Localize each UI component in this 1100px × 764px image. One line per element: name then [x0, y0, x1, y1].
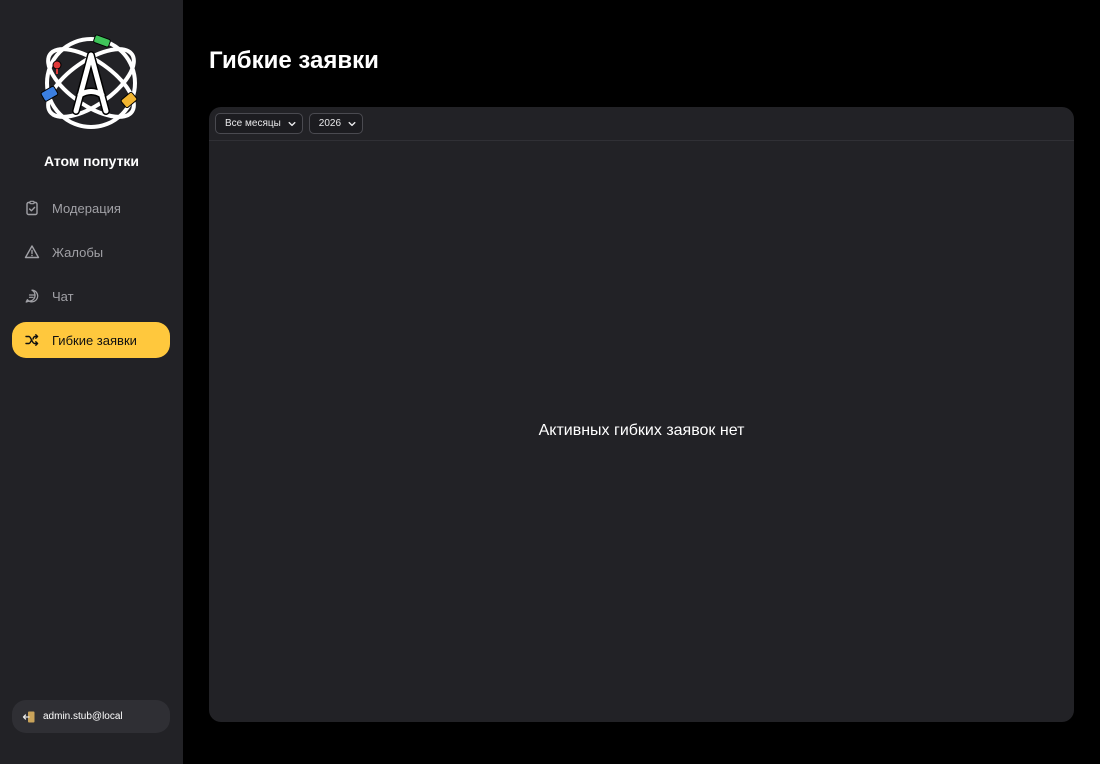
- year-select[interactable]: 2026: [308, 113, 364, 134]
- chevron-down-icon: [348, 120, 356, 128]
- sidebar-item-moderation[interactable]: Модерация: [12, 190, 170, 226]
- sidebar-item-complaints[interactable]: Жалобы: [12, 234, 170, 270]
- page-title: Гибкие заявки: [209, 47, 379, 74]
- user-email: admin.stub@local: [43, 711, 123, 722]
- sidebar-item-flexible-requests[interactable]: Гибкие заявки: [12, 322, 170, 358]
- logout-icon: [22, 710, 36, 724]
- sidebar-item-label: Гибкие заявки: [52, 332, 137, 348]
- sidebar-item-label: Чат: [52, 288, 74, 304]
- chat-icon: [24, 288, 40, 304]
- atom-logo: [36, 33, 146, 133]
- filter-toolbar: Все месяцы 2026: [209, 107, 1074, 141]
- month-select[interactable]: Все месяцы: [215, 113, 303, 134]
- user-account-button[interactable]: admin.stub@local: [12, 700, 170, 733]
- month-select-value: Все месяцы: [225, 118, 281, 129]
- sidebar-item-label: Модерация: [52, 200, 121, 216]
- sidebar-item-label: Жалобы: [52, 244, 104, 260]
- sidebar-item-chat[interactable]: Чат: [12, 278, 170, 314]
- year-select-value: 2026: [318, 118, 342, 129]
- app-root: Атом попутки Модерация Жалобы Чат Гибкие…: [0, 0, 1100, 764]
- sidebar-nav: Модерация Жалобы Чат Гибкие заявки: [12, 190, 170, 366]
- clipboard-check-icon: [24, 200, 40, 216]
- sidebar: Атом попутки Модерация Жалобы Чат Гибкие…: [0, 0, 183, 764]
- shuffle-icon: [24, 332, 40, 348]
- requests-panel: Все месяцы 2026 Активных гибких заявок н…: [209, 107, 1074, 722]
- brand-name: Атом попутки: [43, 153, 140, 169]
- chevron-down-icon: [288, 120, 296, 128]
- alert-triangle-icon: [24, 244, 40, 260]
- empty-state-message: Активных гибких заявок нет: [538, 422, 745, 439]
